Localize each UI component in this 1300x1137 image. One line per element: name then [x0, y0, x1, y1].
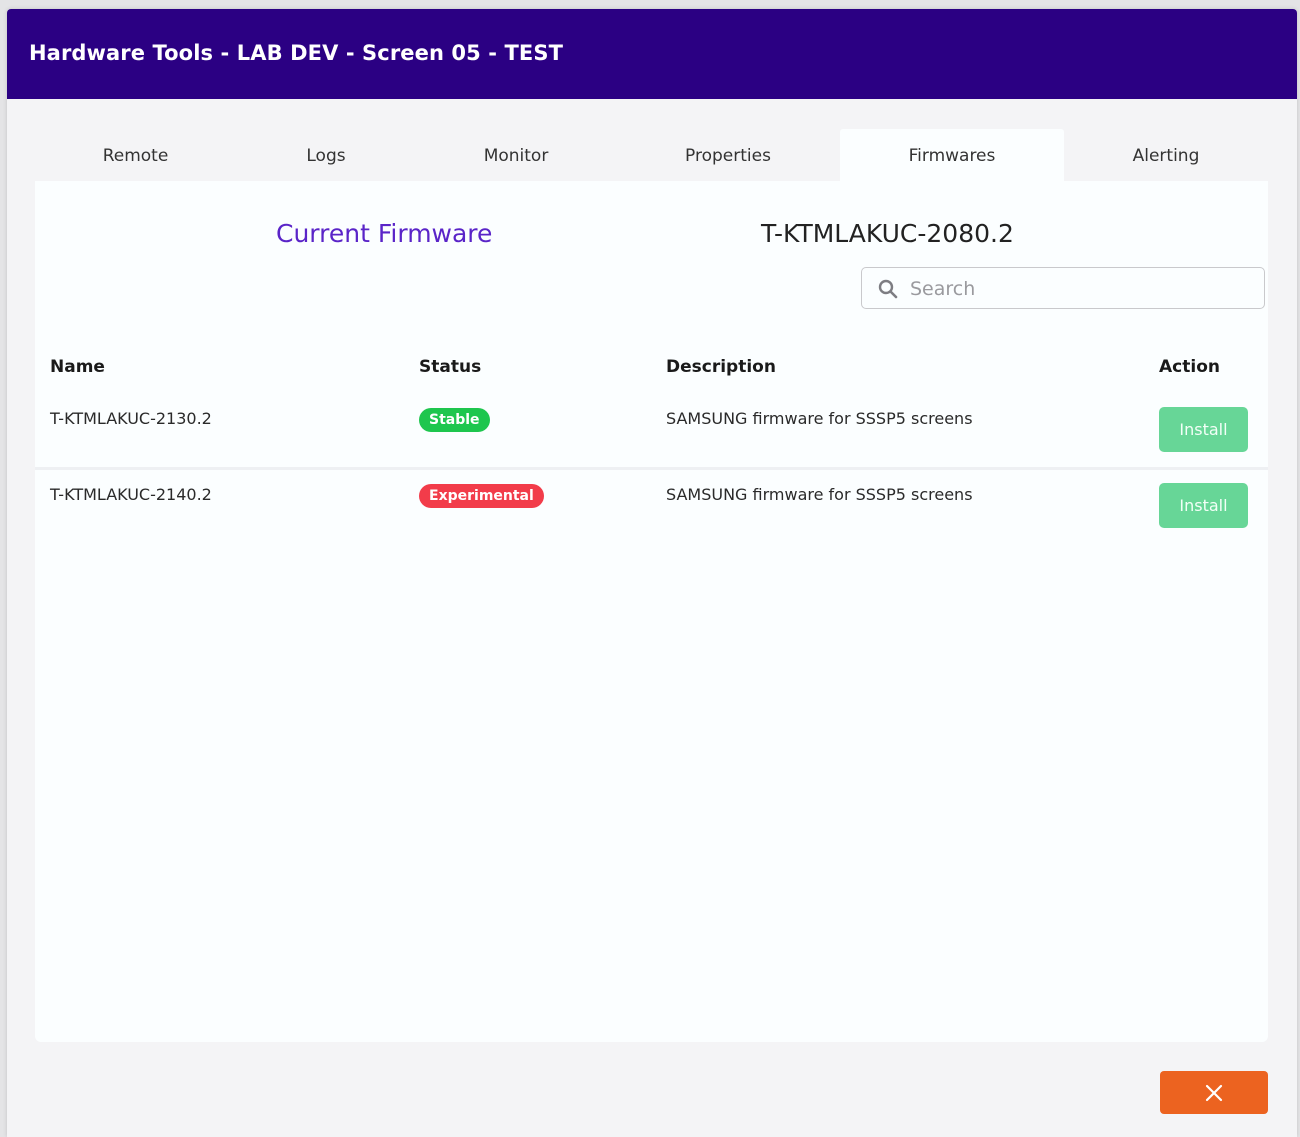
- tab-firmwares[interactable]: Firmwares: [840, 129, 1064, 181]
- firmwares-panel: Current Firmware T-KTMLAKUC-2080.2 Name …: [35, 181, 1268, 1042]
- tab-remote[interactable]: Remote: [35, 129, 236, 181]
- firmware-description: SAMSUNG firmware for SSSP5 screens: [666, 409, 973, 428]
- current-firmware-label: Current Firmware: [276, 219, 493, 248]
- status-badge: Experimental: [419, 484, 544, 508]
- tab-alerting[interactable]: Alerting: [1064, 129, 1268, 181]
- column-header-status: Status: [419, 357, 482, 377]
- firmware-name: T-KTMLAKUC-2140.2: [50, 485, 212, 504]
- close-button[interactable]: [1160, 1071, 1268, 1114]
- search-input[interactable]: [908, 272, 1252, 306]
- firmware-description: SAMSUNG firmware for SSSP5 screens: [666, 485, 973, 504]
- column-header-action: Action: [1159, 357, 1220, 377]
- tab-monitor[interactable]: Monitor: [416, 129, 616, 181]
- column-header-description: Description: [666, 357, 776, 377]
- install-button[interactable]: Install: [1159, 483, 1248, 528]
- tab-bar: Remote Logs Monitor Properties Firmwares…: [35, 129, 1268, 181]
- table-row: T-KTMLAKUC-2130.2 Stable SAMSUNG firmwar…: [35, 393, 1268, 468]
- close-icon: [1205, 1084, 1223, 1102]
- firmware-name: T-KTMLAKUC-2130.2: [50, 409, 212, 428]
- tab-logs[interactable]: Logs: [236, 129, 416, 181]
- search-box[interactable]: [861, 267, 1265, 309]
- status-badge: Stable: [419, 408, 490, 432]
- search-icon: [878, 279, 898, 299]
- table-row: T-KTMLAKUC-2140.2 Experimental SAMSUNG f…: [35, 469, 1268, 544]
- install-button[interactable]: Install: [1159, 407, 1248, 452]
- dialog-header: Hardware Tools - LAB DEV - Screen 05 - T…: [7, 9, 1297, 99]
- tab-properties[interactable]: Properties: [616, 129, 840, 181]
- dialog-title: Hardware Tools - LAB DEV - Screen 05 - T…: [29, 41, 564, 65]
- firmware-dialog: Hardware Tools - LAB DEV - Screen 05 - T…: [7, 9, 1297, 1137]
- column-header-name: Name: [50, 357, 105, 377]
- current-firmware-value: T-KTMLAKUC-2080.2: [761, 219, 1014, 248]
